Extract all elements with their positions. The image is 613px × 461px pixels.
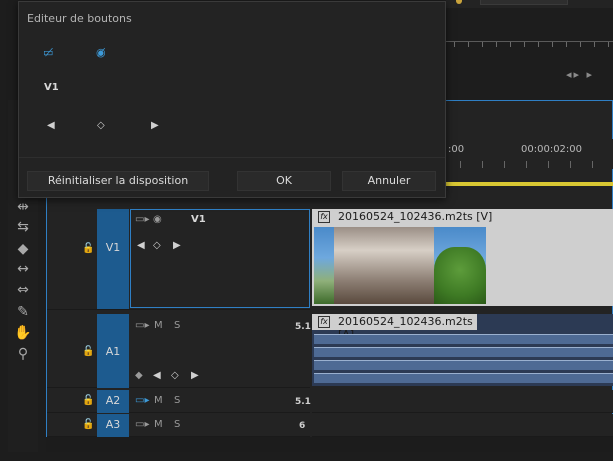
video-clip[interactable]: fx 20160524_102436.m2ts [V]	[312, 209, 613, 306]
channel-label: 5.1	[295, 397, 311, 407]
lock-icon[interactable]: 🔓	[82, 346, 94, 357]
source-transport-controls[interactable]: ◂▸ ▸	[566, 68, 594, 81]
lock-icon[interactable]: 🔓	[82, 243, 94, 254]
waveform-channel	[314, 334, 613, 344]
track-lane-a2[interactable]	[312, 390, 613, 413]
slide-icon[interactable]: ⇔	[14, 281, 32, 299]
sync-lock-icon[interactable]: ▭▸	[135, 320, 149, 331]
add-keyframe-icon[interactable]: ◇	[97, 120, 105, 131]
solo-button[interactable]: S	[174, 395, 180, 406]
fx-badge-icon: fx	[318, 316, 330, 328]
track-name: V1	[105, 241, 121, 254]
track-header-v1: 🔓 V1 ▭▸ ◉ V1 ◀ ◇ ▶	[47, 209, 310, 310]
pen-icon[interactable]: ✎	[14, 303, 32, 321]
sync-lock-off-icon[interactable]: ▭▸	[135, 395, 149, 406]
clip-name: 20160524_102436.m2ts [V]	[338, 210, 493, 223]
record-indicator	[456, 0, 462, 4]
track-header-a1: 🔓 A1 ▭▸ M S 5.1 ◆ ◀ ◇ ▶	[47, 314, 311, 388]
cancel-button[interactable]: Annuler	[342, 171, 436, 191]
clip-thumbnail	[314, 227, 486, 304]
ok-button[interactable]: OK	[237, 171, 331, 191]
solo-button[interactable]: S	[174, 419, 180, 430]
dialog-divider	[19, 157, 445, 158]
track-name-label: V1	[191, 214, 206, 225]
sync-lock-toggle-icon[interactable]: ▭̸	[43, 46, 53, 59]
solo-button[interactable]: S	[174, 320, 180, 331]
audio-clip[interactable]: fx 20160524_102436.m2ts [A]	[312, 314, 613, 386]
clip-header: fx 20160524_102436.m2ts [A]	[312, 314, 477, 341]
next-keyframe-icon[interactable]: ▶	[191, 370, 199, 381]
ruler-timecode: :00	[448, 144, 465, 155]
work-area-bar[interactable]	[446, 182, 613, 186]
hand-icon[interactable]: ✋	[14, 324, 32, 342]
timeline-ruler[interactable]: :00 00:00:02:00	[446, 139, 613, 169]
lock-icon[interactable]: 🔓	[82, 395, 94, 406]
mute-button[interactable]: M	[154, 419, 163, 430]
channel-label: 5.1	[295, 322, 311, 332]
prev-keyframe-icon[interactable]: ◀	[137, 240, 145, 251]
zoom-icon[interactable]: ⚲	[14, 345, 32, 363]
clip-header: fx 20160524_102436.m2ts [V]	[312, 209, 613, 225]
track-name: A3	[105, 418, 121, 431]
track-header-area[interactable]: ▭▸ ◉ V1 ◀ ◇ ▶	[130, 209, 310, 308]
razor-icon[interactable]: ◆	[14, 240, 32, 258]
source-monitor	[446, 8, 613, 94]
next-keyframe-icon[interactable]: ▶	[151, 120, 159, 131]
slip-icon[interactable]: ↔	[14, 260, 32, 278]
track-name: A2	[105, 394, 121, 407]
reset-layout-button[interactable]: Réinitialiser la disposition	[27, 171, 209, 191]
eye-off-icon[interactable]: ◉̸	[96, 46, 106, 59]
mute-button[interactable]: M	[154, 320, 163, 331]
step-forward-icon[interactable]: ▸	[587, 68, 595, 81]
top-bar	[446, 0, 613, 8]
keyframe-type-icon[interactable]: ◆	[135, 370, 143, 381]
timeline-scrollbar[interactable]	[46, 437, 613, 452]
lock-icon[interactable]: 🔓	[82, 419, 94, 430]
next-keyframe-icon[interactable]: ▶	[173, 240, 181, 251]
dialog-track-label: V1	[44, 82, 59, 93]
track-select-icon[interactable]: ⇹	[14, 198, 32, 216]
fit-dropdown[interactable]	[480, 0, 568, 5]
add-keyframe-icon[interactable]: ◇	[153, 240, 161, 251]
waveform-channel	[314, 373, 613, 383]
sync-lock-icon[interactable]: ▭▸	[135, 419, 149, 430]
camera-icon[interactable]: ▭▸	[135, 214, 149, 225]
source-patch-v1[interactable]	[97, 209, 129, 309]
prev-keyframe-icon[interactable]: ◀	[47, 120, 55, 131]
waveform-channel	[314, 347, 613, 357]
ruler-timecode: 00:00:02:00	[521, 144, 583, 155]
fx-badge-icon: fx	[318, 211, 330, 223]
button-editor-dialog: Editeur de boutons ▭̸ ◉̸ V1 ◀ ◇ ▶ Réinit…	[18, 1, 446, 198]
track-name: A1	[105, 345, 121, 358]
prev-keyframe-icon[interactable]: ◀	[153, 370, 161, 381]
add-keyframe-icon[interactable]: ◇	[171, 370, 179, 381]
channel-label: 6	[299, 421, 306, 431]
track-header-a3: 🔓 A3 ▭▸ M S 6	[47, 414, 310, 437]
eye-icon[interactable]: ◉	[153, 214, 162, 225]
mute-button[interactable]: M	[154, 395, 163, 406]
track-header-a2: 🔓 A2 ▭▸ M S 5.1	[47, 390, 311, 413]
source-ruler[interactable]	[446, 41, 613, 47]
dialog-title: Editeur de boutons	[27, 12, 132, 25]
mark-in-out-icon[interactable]: ◂▸	[566, 68, 581, 81]
ripple-edit-icon[interactable]: ⇆	[14, 218, 32, 236]
track-lane-a3[interactable]	[312, 414, 613, 437]
waveform-channel	[314, 360, 613, 370]
